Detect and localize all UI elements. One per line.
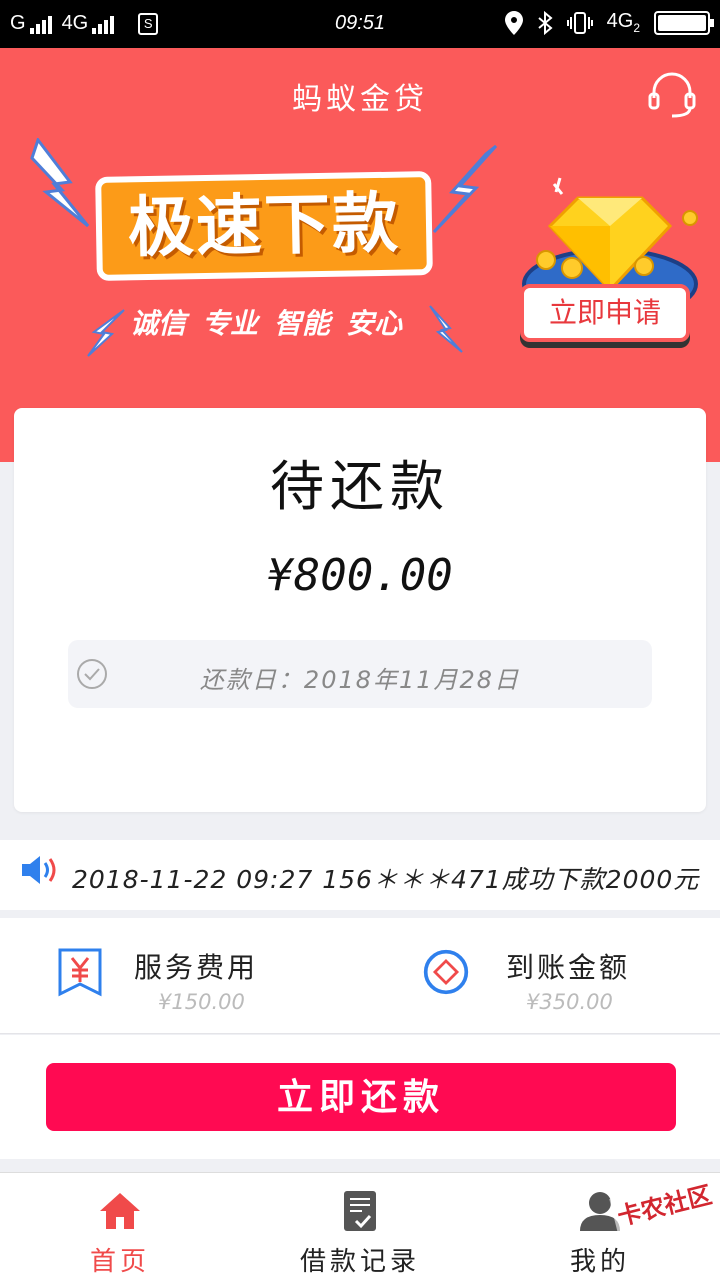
tagline: 诚信 专业 智能 安心: [130, 302, 440, 342]
battery-icon: [654, 10, 714, 35]
tab-label: 首页: [89, 1247, 150, 1277]
app-title: 蚂蚁金贷: [292, 82, 428, 117]
status-bar: G 4G S 09:51 4G2: [0, 0, 720, 48]
fee-value: ¥350.00: [526, 990, 613, 1014]
tag-item: 安心: [346, 307, 403, 340]
apply-now-button[interactable]: 立即申请: [520, 284, 690, 342]
lightning-icon-small: [87, 309, 125, 357]
network-sub-label: 2: [633, 21, 640, 35]
headset-icon[interactable]: [646, 68, 698, 120]
fee-label: 到账金额: [506, 951, 631, 984]
fee-value: ¥150.00: [158, 990, 245, 1014]
records-icon: [344, 1191, 376, 1231]
tab-loan-records[interactable]: 借款记录: [240, 1173, 480, 1280]
tab-label: 我的: [569, 1247, 630, 1277]
tab-label: 借款记录: [299, 1247, 420, 1277]
header-banner: 蚂蚁金贷 极速下款 诚信 专业 智能 安心 立即申请: [0, 48, 720, 462]
battery-fill: [658, 14, 706, 31]
loan-notice: 2018-11-22 09:27 156＊＊＊471成功下款2000元: [0, 840, 720, 910]
bottom-tab-bar: 首页 借款记录 我的: [0, 1172, 720, 1280]
tab-home[interactable]: 首页: [0, 1173, 240, 1280]
lightning-icon-right: [432, 144, 498, 234]
bluetooth-icon: [537, 10, 553, 35]
received-amount-item: 到账金额 ¥350.00: [360, 918, 720, 1034]
headline-badge: 极速下款: [95, 171, 433, 281]
speaker-icon: [22, 856, 56, 884]
lightning-icon: [30, 138, 90, 228]
due-date-text: 还款日：2018年11月28日: [199, 666, 521, 694]
repay-amount: ¥800.00: [267, 550, 453, 601]
diamond-circle-icon: [423, 949, 469, 995]
repay-status-title: 待还款: [270, 455, 450, 518]
home-icon: [100, 1193, 140, 1229]
repay-action-area: 立即还款: [0, 1035, 720, 1159]
tag-item: 智能: [274, 307, 331, 340]
service-fee-item: 服务费用 ¥150.00: [0, 918, 360, 1034]
repay-now-button[interactable]: 立即还款: [46, 1063, 676, 1131]
status-right: 4G2: [504, 10, 714, 35]
fee-summary: 服务费用 ¥150.00 到账金额 ¥350.00: [0, 918, 720, 1034]
yen-tag-icon: [58, 948, 102, 997]
tag-item: 专业: [202, 307, 259, 340]
tag-item: 诚信: [130, 307, 187, 340]
location-icon: [504, 10, 523, 35]
due-date-box: 还款日：2018年11月28日: [68, 640, 652, 708]
repay-card: 待还款 ¥800.00 还款日：2018年11月28日: [14, 408, 706, 812]
notice-text: 2018-11-22 09:27 156＊＊＊471成功下款2000元: [72, 865, 700, 894]
network-type: 4G2: [607, 10, 640, 35]
network-type-label: 4G: [606, 10, 634, 32]
vibrate-icon: [566, 11, 593, 34]
fee-label: 服务费用: [134, 951, 259, 984]
headline-text: 极速下款: [127, 184, 401, 267]
